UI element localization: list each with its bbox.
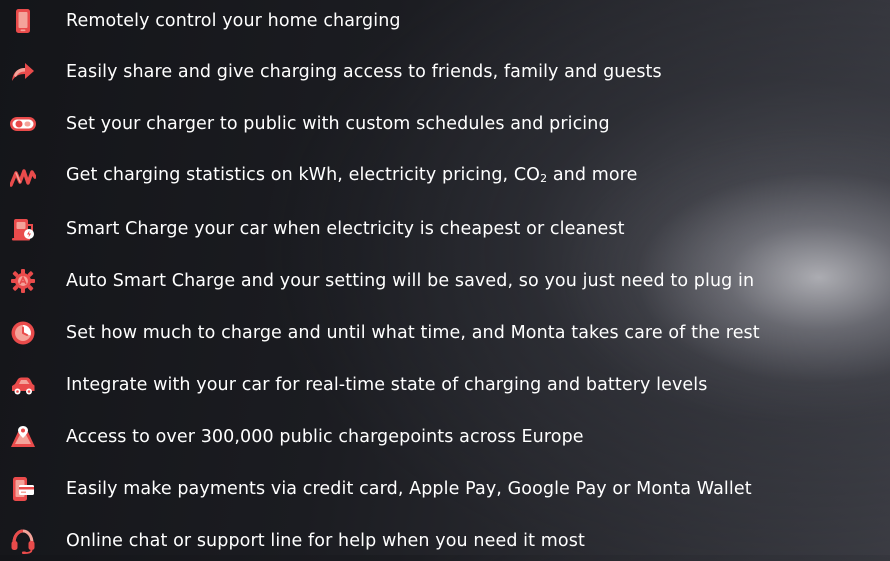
headset-support-icon <box>10 528 36 554</box>
smart-charge-icon <box>10 216 36 242</box>
feature-text: Get charging statistics on kWh, electric… <box>66 165 638 185</box>
map-pin-icon <box>10 424 36 450</box>
feature-text: Easily share and give charging access to… <box>66 62 662 82</box>
feature-text: Integrate with your car for real-time st… <box>66 375 708 395</box>
statistics-graph-icon <box>10 164 36 190</box>
feature-text: Remotely control your home charging <box>66 11 401 31</box>
feature-list: Remotely control your home charging Easi… <box>0 0 890 555</box>
feature-text: Easily make payments via credit card, Ap… <box>66 479 752 499</box>
phone-icon <box>10 8 36 34</box>
clock-timer-icon <box>10 320 36 346</box>
car-icon <box>10 372 36 398</box>
feature-text: Auto Smart Charge and your setting will … <box>66 271 755 291</box>
share-arrow-icon <box>10 59 36 85</box>
feature-text: Smart Charge your car when electricity i… <box>66 219 625 239</box>
toggle-switch-icon <box>10 111 36 137</box>
feature-text: Set how much to charge and until what ti… <box>66 323 760 343</box>
feature-text: Set your charger to public with custom s… <box>66 114 610 134</box>
auto-settings-gear-icon <box>10 268 36 294</box>
payment-card-icon <box>10 476 36 502</box>
feature-text: Access to over 300,000 public chargepoin… <box>66 427 584 447</box>
feature-text: Online chat or support line for help whe… <box>66 531 585 551</box>
